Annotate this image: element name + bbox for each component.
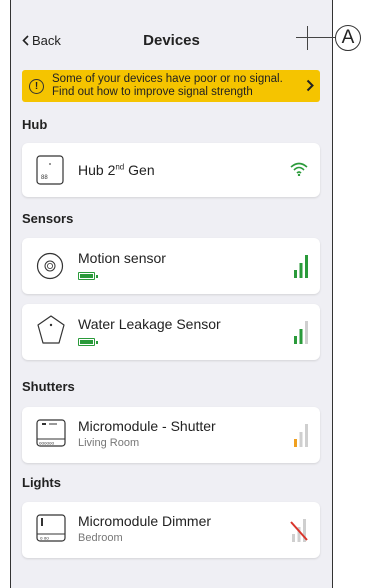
banner-text: Some of your devices have poor or no sig… — [52, 73, 283, 99]
signal-strong-icon — [294, 255, 308, 278]
motion-sensor-icon — [36, 252, 64, 280]
signal-medium-icon — [294, 321, 308, 344]
leakage-sensor-icon — [37, 315, 65, 344]
micromodule-shutter-icon: oooooo — [36, 419, 66, 447]
signal-weak-icon — [294, 424, 308, 447]
banner-line-2: Find out how to improve signal strength — [52, 86, 253, 98]
section-shutters: Shutters — [22, 379, 75, 394]
device-card-hub[interactable]: 88 Hub 2nd Gen — [22, 143, 320, 197]
add-device-icon[interactable] — [296, 26, 320, 50]
svg-text:oooooo: oooooo — [39, 441, 55, 446]
svg-text:88: 88 — [41, 175, 48, 181]
device-name: Motion sensor — [78, 250, 166, 266]
device-name: Water Leakage Sensor — [78, 316, 221, 332]
device-card-dimmer[interactable]: o oo Micromodule Dimmer Bedroom — [22, 502, 320, 558]
device-name: Micromodule Dimmer — [78, 513, 212, 529]
phone-screen: Back Devices ! Some of your devices have… — [10, 0, 333, 588]
banner-line-1: Some of your devices have poor or no sig… — [52, 73, 283, 85]
battery-icon — [78, 338, 98, 346]
section-lights: Lights — [22, 475, 61, 490]
device-name: Hub 2nd Gen — [78, 162, 155, 178]
device-card-motion-sensor[interactable]: Motion sensor — [22, 238, 320, 294]
device-room: Living Room — [78, 437, 140, 449]
hub-icon: 88 — [36, 155, 64, 185]
micromodule-dimmer-icon: o oo — [36, 514, 66, 542]
device-card-shutter[interactable]: oooooo Micromodule - Shutter Living Room — [22, 407, 320, 463]
battery-icon — [78, 272, 98, 280]
chevron-right-icon — [306, 79, 314, 92]
page-title: Devices — [143, 32, 200, 49]
section-sensors: Sensors — [22, 211, 74, 226]
section-hub: Hub — [22, 117, 48, 132]
svg-text:o oo: o oo — [40, 536, 49, 541]
signal-warning-banner[interactable]: ! Some of your devices have poor or no s… — [22, 70, 320, 102]
wifi-signal-icon — [290, 162, 308, 176]
callout-label: A — [335, 25, 361, 51]
warning-icon: ! — [29, 79, 44, 94]
device-name: Micromodule - Shutter — [78, 418, 216, 434]
device-card-water-leakage[interactable]: Water Leakage Sensor — [22, 304, 320, 360]
nav-header: Back Devices — [11, 24, 332, 58]
device-room: Bedroom — [78, 532, 123, 544]
no-signal-icon — [290, 519, 308, 542]
callout-leader-line — [320, 37, 336, 38]
